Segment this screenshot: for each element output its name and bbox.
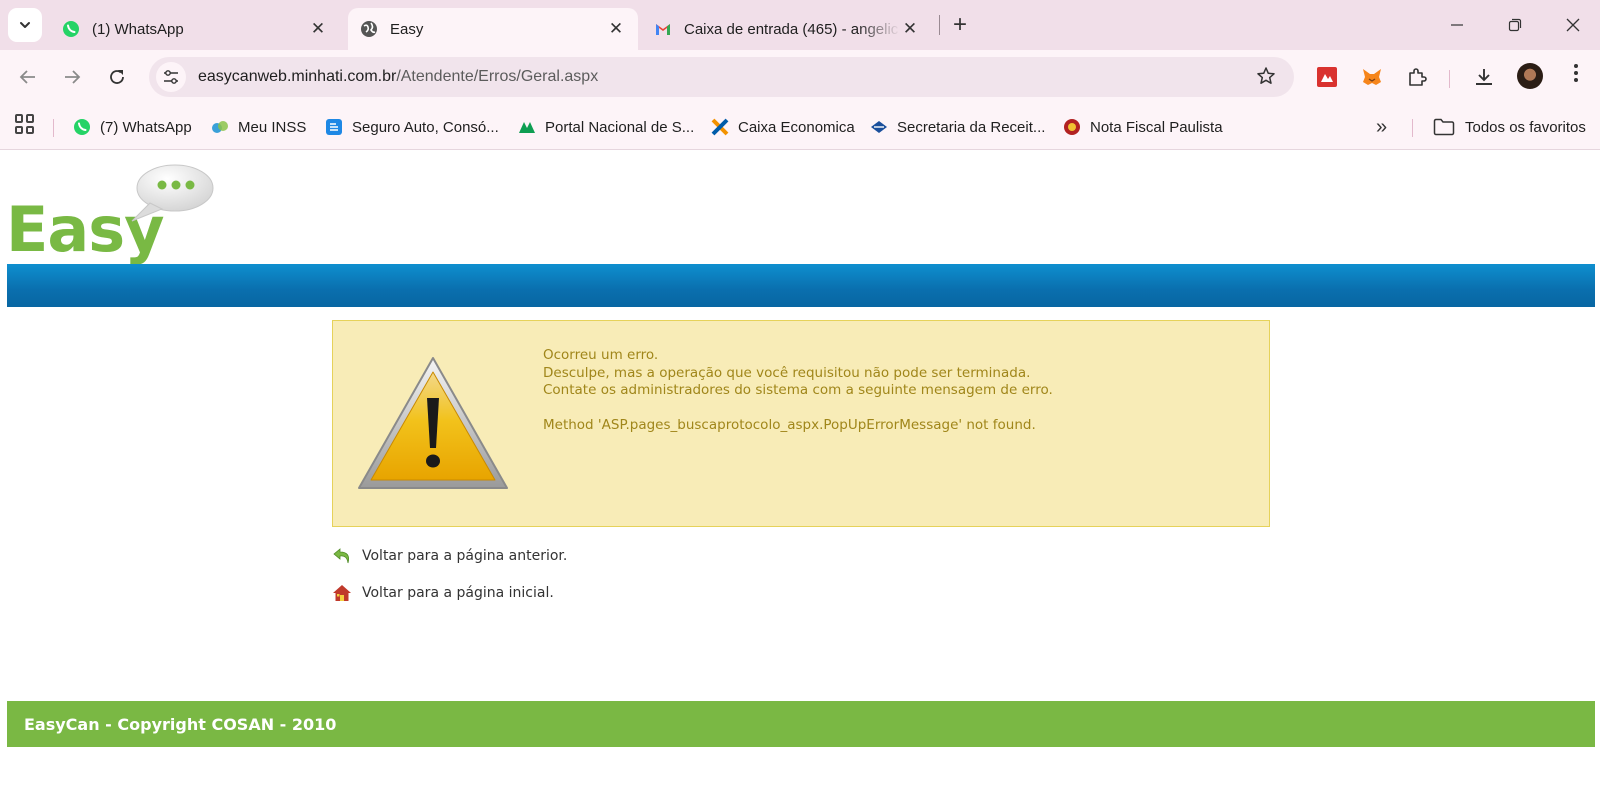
close-icon bbox=[1566, 18, 1580, 32]
extensions-menu-button[interactable] bbox=[1404, 64, 1430, 90]
nota-fiscal-icon bbox=[1064, 119, 1080, 135]
tune-icon bbox=[164, 70, 178, 84]
bookmarks-separator bbox=[1412, 119, 1413, 137]
reload-button[interactable] bbox=[103, 63, 131, 91]
error-panel: Ocorreu um erro. Desculpe, mas a operaçã… bbox=[332, 320, 1270, 527]
browser-menu-button[interactable] bbox=[1566, 63, 1586, 91]
bookmark-label: Seguro Auto, Consó... bbox=[352, 118, 499, 136]
bookmark-caixa-economica[interactable]: Caixa Economica bbox=[711, 114, 855, 140]
minimize-button[interactable] bbox=[1437, 10, 1477, 40]
footer-copyright: EasyCan - Copyright COSAN - 2010 bbox=[24, 714, 337, 734]
receita-icon bbox=[871, 121, 887, 133]
apps-icon[interactable] bbox=[15, 114, 35, 134]
restore-button[interactable] bbox=[1495, 10, 1535, 40]
inss-icon bbox=[212, 121, 228, 133]
new-tab-button[interactable]: + bbox=[946, 12, 974, 40]
site-settings-button[interactable] bbox=[156, 62, 186, 92]
forward-button[interactable] bbox=[58, 63, 86, 91]
more-bookmarks-button[interactable]: » bbox=[1376, 114, 1387, 140]
whatsapp-icon bbox=[63, 21, 79, 37]
page-footer: EasyCan - Copyright COSAN - 2010 bbox=[7, 701, 1595, 747]
home-link-label: Voltar para a página inicial. bbox=[362, 585, 554, 601]
all-bookmarks-button[interactable]: Todos os favoritos bbox=[1433, 114, 1586, 140]
home-icon bbox=[333, 585, 351, 601]
seguro-icon bbox=[326, 119, 342, 135]
warning-icon bbox=[358, 357, 508, 489]
error-instruction: Contate os administradores do sistema co… bbox=[543, 382, 1053, 398]
tab-close-button[interactable]: ✕ bbox=[900, 19, 920, 39]
tab-title: (1) WhatsApp bbox=[92, 20, 184, 38]
tab-strip: (1) WhatsApp ✕ Easy ✕ Caixa de entrada (… bbox=[0, 0, 1600, 50]
tab-close-button[interactable]: ✕ bbox=[606, 19, 626, 39]
bookmark-secretaria-receita[interactable]: Secretaria da Receit... bbox=[870, 114, 1045, 140]
restore-icon bbox=[1508, 18, 1522, 32]
extension-button[interactable] bbox=[1314, 64, 1340, 90]
error-apology: Desculpe, mas a operação que você requis… bbox=[543, 364, 1031, 381]
download-icon bbox=[1476, 69, 1492, 85]
metamask-icon bbox=[1363, 69, 1381, 85]
browser-toolbar: easycanweb.minhati.com.br/Atendente/Erro… bbox=[0, 50, 1600, 104]
profile-avatar[interactable] bbox=[1517, 63, 1543, 89]
url-host: easycanweb.minhati.com.br bbox=[198, 68, 397, 85]
star-icon bbox=[1257, 67, 1275, 84]
back-link[interactable]: Voltar para a página anterior. bbox=[332, 545, 567, 567]
bookmark-meu-inss[interactable]: Meu INSS bbox=[211, 114, 306, 140]
extension-button[interactable] bbox=[1359, 64, 1385, 90]
bookmark-label: Portal Nacional de S... bbox=[545, 118, 695, 136]
gmail-icon bbox=[656, 24, 670, 35]
easy-logo: Easy bbox=[6, 163, 226, 266]
tab-whatsapp[interactable]: (1) WhatsApp ✕ bbox=[50, 8, 340, 50]
page-content: Easy Ocorreu um erro. Desculpe, mas a op… bbox=[0, 151, 1600, 804]
speech-bubble-icon bbox=[131, 164, 214, 222]
reload-icon bbox=[110, 70, 124, 84]
bookmark-star-button[interactable] bbox=[1256, 66, 1276, 92]
bookmarks-bar: (7) WhatsApp Meu INSS Seguro Auto, Consó… bbox=[0, 104, 1600, 150]
url-path: /Atendente/Erros/Geral.aspx bbox=[396, 68, 599, 85]
bookmark-label: Caixa Economica bbox=[738, 118, 855, 136]
home-link[interactable]: Voltar para a página inicial. bbox=[332, 582, 554, 604]
tab-easy[interactable]: Easy ✕ bbox=[348, 8, 638, 50]
tab-search-button[interactable] bbox=[8, 8, 42, 42]
bookmark-whatsapp[interactable]: (7) WhatsApp bbox=[73, 114, 192, 140]
downloads-button[interactable] bbox=[1471, 64, 1497, 90]
puzzle-icon bbox=[1409, 68, 1427, 86]
bookmark-seguro-auto[interactable]: Seguro Auto, Consó... bbox=[325, 114, 499, 140]
bookmark-label: (7) WhatsApp bbox=[100, 118, 192, 136]
bookmark-label: Nota Fiscal Paulista bbox=[1090, 118, 1223, 136]
error-message-block: Ocorreu um erro. Desculpe, mas a operaçã… bbox=[543, 347, 1053, 435]
folder-icon bbox=[1433, 118, 1455, 136]
tab-close-button[interactable]: ✕ bbox=[308, 19, 328, 39]
header-bar bbox=[7, 264, 1595, 307]
bookmark-portal-nacional[interactable]: Portal Nacional de S... bbox=[518, 114, 694, 140]
address-bar[interactable]: easycanweb.minhati.com.br/Atendente/Erro… bbox=[149, 57, 1294, 97]
whatsapp-icon bbox=[74, 119, 90, 135]
toolbar-separator bbox=[1449, 70, 1450, 88]
pdf-extension-icon bbox=[1317, 67, 1337, 87]
caixa-icon bbox=[711, 118, 729, 136]
tab-title: Caixa de entrada (465) - angelic bbox=[684, 20, 899, 38]
close-window-button[interactable] bbox=[1553, 10, 1593, 40]
back-button[interactable] bbox=[14, 63, 42, 91]
bookmarks-separator bbox=[53, 119, 54, 137]
portal-icon bbox=[519, 122, 535, 133]
error-detail: Method 'ASP.pages_buscaprotocolo_aspx.Po… bbox=[543, 417, 1036, 433]
tab-title: Easy bbox=[390, 20, 424, 38]
back-arrow-icon bbox=[333, 548, 350, 564]
bookmark-label: Meu INSS bbox=[238, 118, 307, 136]
arrow-right-icon bbox=[65, 70, 81, 84]
bookmark-nota-fiscal-paulista[interactable]: Nota Fiscal Paulista bbox=[1063, 114, 1223, 140]
arrow-left-icon bbox=[19, 70, 35, 84]
error-title: Ocorreu um erro. bbox=[543, 347, 659, 363]
minimize-icon bbox=[1451, 24, 1463, 26]
tab-separator bbox=[939, 15, 940, 35]
url-text[interactable]: easycanweb.minhati.com.br/Atendente/Erro… bbox=[198, 68, 598, 86]
globe-icon bbox=[361, 21, 377, 37]
all-bookmarks-label: Todos os favoritos bbox=[1465, 118, 1586, 136]
back-link-label: Voltar para a página anterior. bbox=[362, 548, 568, 564]
tab-gmail[interactable]: Caixa de entrada (465) - angelic ✕ bbox=[642, 8, 932, 50]
more-vert-icon bbox=[1574, 64, 1578, 82]
chevron-down-icon bbox=[20, 22, 30, 28]
bookmark-label: Secretaria da Receit... bbox=[897, 118, 1046, 136]
